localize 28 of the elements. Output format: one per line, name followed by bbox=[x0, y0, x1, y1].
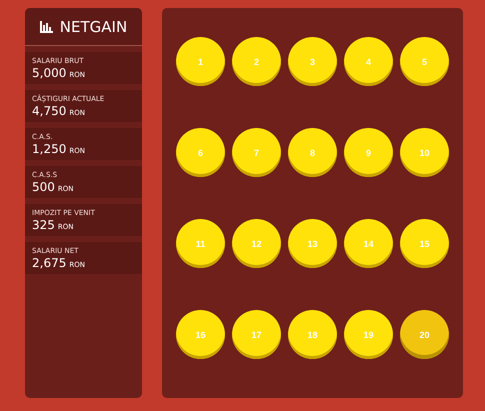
coin-button[interactable]: 10 bbox=[400, 128, 449, 177]
coin-button[interactable]: 13 bbox=[288, 219, 337, 268]
coin-button[interactable]: 16 bbox=[176, 310, 225, 359]
stat-value: 4,750 bbox=[32, 104, 66, 118]
coin-button[interactable]: 7 bbox=[232, 128, 281, 177]
coin-button[interactable]: 9 bbox=[344, 128, 393, 177]
coin-button[interactable]: 8 bbox=[288, 128, 337, 177]
coin-button[interactable]: 20 bbox=[400, 310, 449, 359]
coin-button[interactable]: 12 bbox=[232, 219, 281, 268]
stat-value: 325 bbox=[32, 218, 55, 232]
coin-button[interactable]: 1 bbox=[176, 37, 225, 86]
coin-button[interactable]: 19 bbox=[344, 310, 393, 359]
coin-button[interactable]: 15 bbox=[400, 219, 449, 268]
coin-button[interactable]: 2 bbox=[232, 37, 281, 86]
coin-button[interactable]: 3 bbox=[288, 37, 337, 86]
app-title: NETGAIN bbox=[60, 18, 128, 36]
coin-button[interactable]: 14 bbox=[344, 219, 393, 268]
stat-value: 500 bbox=[32, 180, 55, 194]
bar-chart-icon bbox=[40, 20, 53, 32]
coin-button[interactable]: 5 bbox=[400, 37, 449, 86]
coin-button[interactable]: 6 bbox=[176, 128, 225, 177]
stat-value: 1,250 bbox=[32, 142, 66, 156]
stat-value: 5,000 bbox=[32, 66, 66, 80]
coin-button[interactable]: 17 bbox=[232, 310, 281, 359]
coin-button[interactable]: 11 bbox=[176, 219, 225, 268]
stat-value: 2,675 bbox=[32, 256, 66, 270]
coin-button[interactable]: 4 bbox=[344, 37, 393, 86]
coin-button[interactable]: 18 bbox=[288, 310, 337, 359]
